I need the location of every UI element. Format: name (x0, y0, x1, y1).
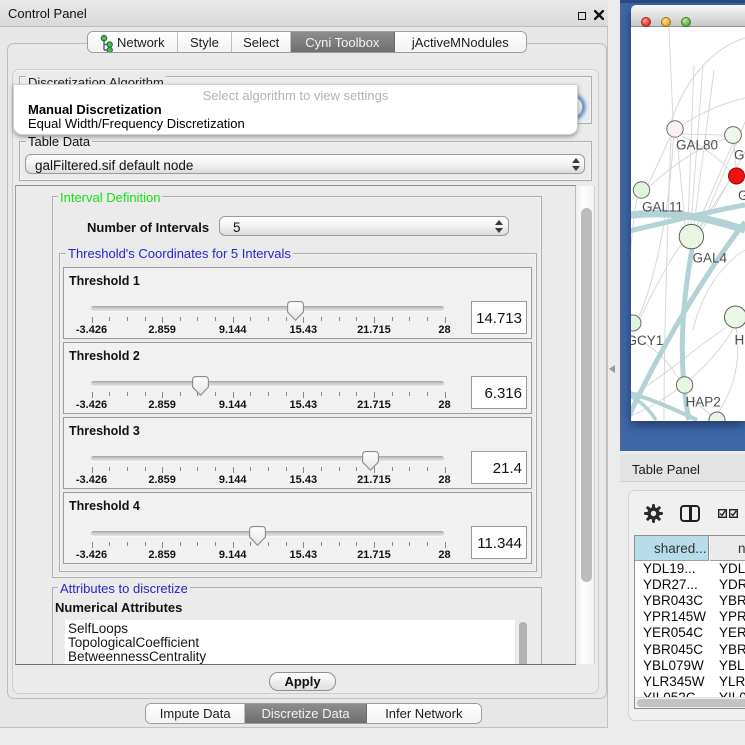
svg-text:H: H (735, 333, 745, 348)
svg-text:G: G (734, 148, 745, 163)
svg-text:G: G (738, 188, 745, 203)
svg-text:GCY1: GCY1 (631, 333, 663, 348)
svg-text:GAL11: GAL11 (642, 200, 683, 215)
svg-text:GAL80: GAL80 (676, 138, 718, 153)
svg-text:HAP2: HAP2 (686, 395, 721, 410)
svg-text:GAL4: GAL4 (693, 251, 728, 266)
